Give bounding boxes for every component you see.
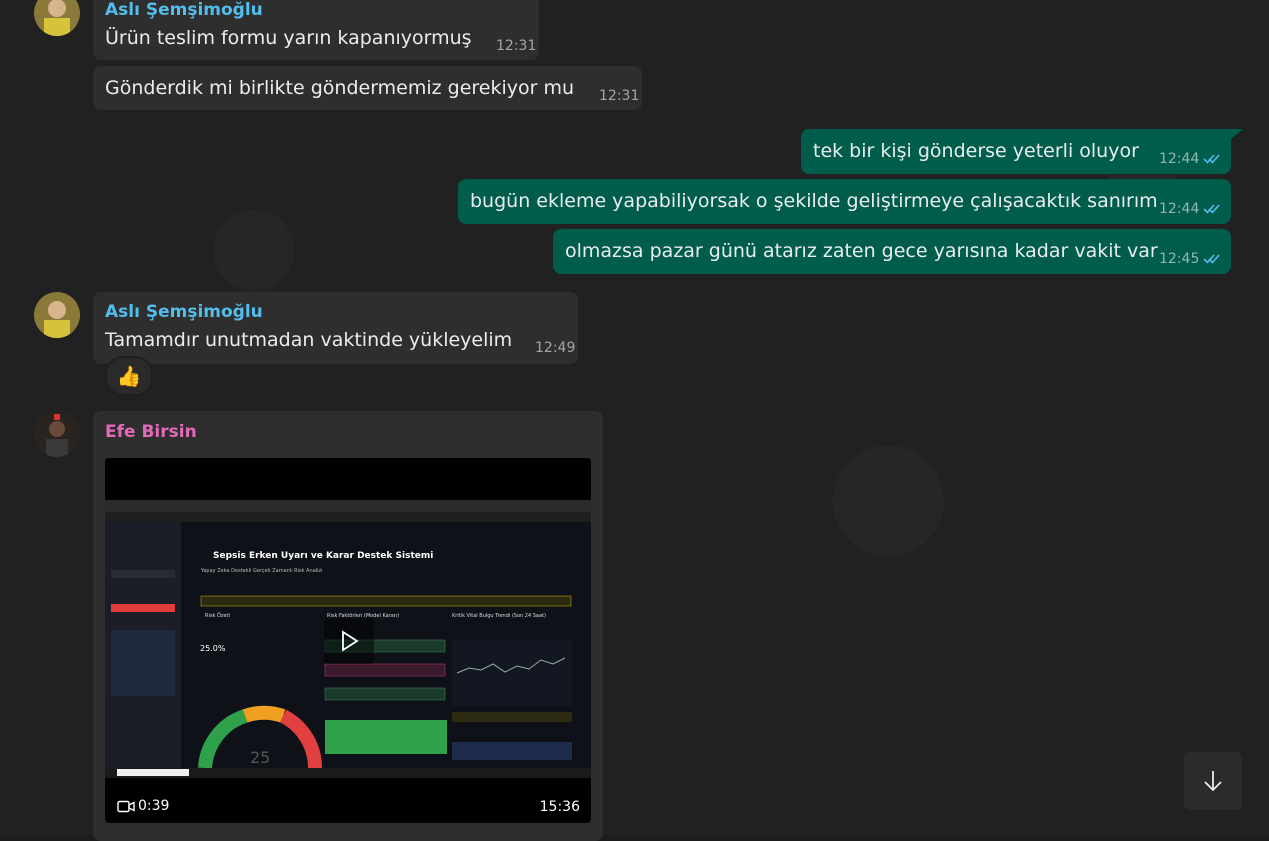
play-icon <box>342 630 359 652</box>
sender-name[interactable]: Efe Birsin <box>105 422 197 442</box>
message-text: Ürün teslim formu yarın kapanıyormuş <box>105 27 472 49</box>
sender-name[interactable]: Aslı Şemşimoğlu <box>105 0 263 20</box>
message-text: olmazsa pazar günü atarız zaten gece yar… <box>565 240 1158 262</box>
message-time: 12:44 <box>1159 201 1200 217</box>
message-time: 12:31 <box>496 38 537 54</box>
message-time: 12:45 <box>1159 251 1200 267</box>
sender-name[interactable]: Aslı Şemşimoğlu <box>105 302 263 322</box>
bubble-tail <box>1231 129 1243 139</box>
reaction-badge[interactable]: 👍 <box>105 356 153 396</box>
thumbs-up-icon: 👍 <box>116 364 142 388</box>
scroll-to-bottom-button[interactable] <box>1184 752 1242 810</box>
read-ticks-icon <box>1203 154 1220 164</box>
message-text: bugün ekleme yapabiliyorsak o şekilde ge… <box>470 190 1158 212</box>
video-title-text: Sepsis Erken Uyarı ve Karar Destek Siste… <box>213 551 434 561</box>
gauge-value-text: 25 <box>250 748 271 767</box>
message-text: Gönderdik mi birlikte göndermemiz gereki… <box>105 77 575 99</box>
message-text: Tamamdır unutmadan vaktinde yükleyelim <box>105 329 513 351</box>
message-time: 12:44 <box>1159 151 1200 167</box>
video-camera-icon <box>117 800 135 813</box>
play-button[interactable] <box>324 618 374 664</box>
video-duration: 0:39 <box>138 798 170 814</box>
risk-summary-label: Risk Özeti <box>205 613 230 619</box>
message-time: 15:36 <box>539 799 580 815</box>
video-thumbnail[interactable]: Sepsis Erken Uyarı ve Karar Destek Siste… <box>105 458 591 823</box>
message-text: tek bir kişi gönderse yeterli oluyor <box>813 140 1139 162</box>
vital-trend-label: Kritik Vital Bulgu Trendi (Son 24 Saat) <box>452 613 546 619</box>
read-ticks-icon <box>1203 254 1220 264</box>
risk-value-text: 25.0% <box>200 644 226 653</box>
arrow-down-icon <box>1204 771 1222 792</box>
read-ticks-icon <box>1203 204 1220 214</box>
avatar-asli[interactable] <box>34 292 80 338</box>
message-time: 12:31 <box>599 88 640 104</box>
avatar-efe[interactable] <box>34 411 80 457</box>
video-subtitle-text: Yapay Zeka Destekli Gerçek Zamanlı Risk … <box>201 568 323 574</box>
message-time: 12:49 <box>535 340 576 356</box>
